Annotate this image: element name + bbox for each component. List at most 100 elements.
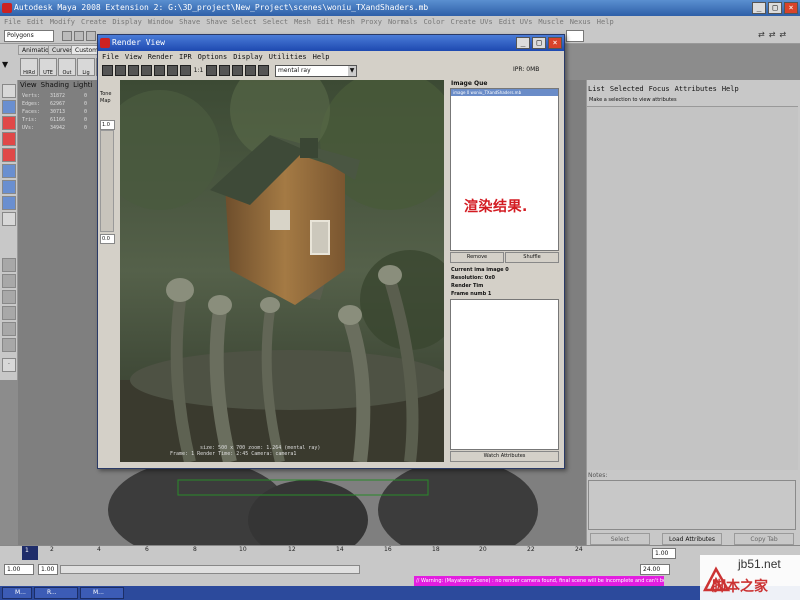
rv-menu-help[interactable]: Help xyxy=(313,52,330,63)
menu-edit[interactable]: Edit xyxy=(27,16,44,28)
rv-menu-display[interactable]: Display xyxy=(233,52,263,63)
scale-tool-icon[interactable] xyxy=(2,164,16,178)
ae-menu-attributes[interactable]: Attributes xyxy=(675,84,717,94)
rv-close-button[interactable]: × xyxy=(548,37,562,49)
save-scene-icon[interactable] xyxy=(86,31,96,41)
toggle-tool-settings-icon[interactable]: ⇄ xyxy=(769,28,776,42)
show-manipulator-icon[interactable] xyxy=(2,212,16,226)
viewport-menu-shading[interactable]: Shading xyxy=(41,80,69,90)
rv-menu-render[interactable]: Render xyxy=(148,52,173,63)
rv-menu-ipr[interactable]: IPR xyxy=(179,52,192,63)
range-end-field[interactable]: 24.00 xyxy=(640,564,670,575)
one-to-one-ratio-icon[interactable]: 1:1 xyxy=(193,65,204,76)
menu-edit-uvs[interactable]: Edit UVs xyxy=(499,16,533,28)
menu-mesh[interactable]: Mesh xyxy=(294,16,311,28)
menu-create[interactable]: Create xyxy=(81,16,106,28)
start-time-field[interactable]: 1.00 xyxy=(4,564,34,575)
menu-shave[interactable]: Shave xyxy=(179,16,200,28)
menu-file[interactable]: File xyxy=(4,16,21,28)
shuffle-button[interactable]: Shuffle xyxy=(505,252,559,263)
render-settings-icon[interactable] xyxy=(245,65,256,76)
viewport-menu-view[interactable]: View xyxy=(20,80,37,90)
tone-map-min-field[interactable]: 0.0 xyxy=(100,234,115,244)
alpha-channel-icon[interactable] xyxy=(180,65,191,76)
menu-color[interactable]: Color xyxy=(423,16,444,28)
menu-nexus[interactable]: Nexus xyxy=(570,16,591,28)
lasso-tool-icon[interactable] xyxy=(2,100,16,114)
rgb-channels-icon[interactable] xyxy=(167,65,178,76)
display-image-icon[interactable] xyxy=(232,65,243,76)
render-region-icon[interactable] xyxy=(115,65,126,76)
load-attributes-button[interactable]: Load Attributes xyxy=(662,533,722,545)
menu-set-select[interactable]: Polygons xyxy=(4,30,54,42)
menu-shave-select[interactable]: Shave Select xyxy=(206,16,257,28)
layout-four-icon[interactable] xyxy=(2,274,16,288)
shelf-menu-arrow-icon[interactable]: ▼ xyxy=(2,60,8,69)
layout-two-icon[interactable] xyxy=(2,290,16,304)
status-input[interactable] xyxy=(566,30,584,42)
menu-normals[interactable]: Normals xyxy=(388,16,418,28)
rv-menu-view[interactable]: View xyxy=(125,52,142,63)
range-bar[interactable] xyxy=(60,565,360,574)
current-frame-field[interactable]: 1.00 xyxy=(652,548,676,559)
chevron-down-icon[interactable]: ▼ xyxy=(348,66,356,76)
menu-modify[interactable]: Modify xyxy=(50,16,75,28)
image-queue-list[interactable] xyxy=(450,88,559,251)
tone-map-max-field[interactable]: 1.0 xyxy=(100,120,115,130)
ae-menu-focus[interactable]: Focus xyxy=(649,84,670,94)
new-scene-icon[interactable] xyxy=(62,31,72,41)
command-line[interactable] xyxy=(0,576,800,586)
menu-create-uvs[interactable]: Create UVs xyxy=(451,16,493,28)
copy-tab-button[interactable]: Copy Tab xyxy=(734,533,794,545)
menu-help[interactable]: Help xyxy=(597,16,614,28)
redo-render-icon[interactable] xyxy=(102,65,113,76)
remove-button[interactable]: Remove xyxy=(450,252,504,263)
rv-maximize-button[interactable]: □ xyxy=(532,37,546,49)
layout-more-icon[interactable]: · xyxy=(2,358,16,372)
ipr-render-icon[interactable] xyxy=(141,65,152,76)
menu-proxy[interactable]: Proxy xyxy=(361,16,382,28)
rotate-tool-icon[interactable] xyxy=(2,148,16,162)
rv-menu-options[interactable]: Options xyxy=(198,52,228,63)
refresh-ipr-icon[interactable] xyxy=(154,65,165,76)
taskbar-item-render-view[interactable]: R... xyxy=(34,587,78,599)
menu-select[interactable]: Select xyxy=(263,16,288,28)
rv-menu-file[interactable]: File xyxy=(102,52,119,63)
viewport-menu-lighting[interactable]: Lighti xyxy=(73,80,92,90)
rv-menu-utilities[interactable]: Utilities xyxy=(269,52,307,63)
shelf-button-hird[interactable]: HiRd xyxy=(20,58,38,76)
shelf-button-ute[interactable]: UTE xyxy=(39,58,57,76)
shelf-button-out[interactable]: Out xyxy=(58,58,76,76)
ae-menu-selected[interactable]: Selected xyxy=(610,84,644,94)
shelf-button-lig[interactable]: Lig xyxy=(77,58,95,76)
select-tool-icon[interactable] xyxy=(2,84,16,98)
maximize-button[interactable]: □ xyxy=(768,2,782,14)
minimize-button[interactable]: _ xyxy=(752,2,766,14)
layout-graph-icon[interactable] xyxy=(2,322,16,336)
taskbar-item-maya-2[interactable]: M... xyxy=(80,587,124,599)
keep-image-icon[interactable] xyxy=(206,65,217,76)
tone-map-slider[interactable] xyxy=(100,130,114,232)
ae-menu-help[interactable]: Help xyxy=(722,84,739,94)
taskbar-item-maya[interactable]: M... xyxy=(2,587,32,599)
open-scene-icon[interactable] xyxy=(74,31,84,41)
remove-image-icon[interactable] xyxy=(219,65,230,76)
watch-attributes-button[interactable]: Watch Attributes xyxy=(450,451,559,462)
range-start-field[interactable]: 1.00 xyxy=(38,564,58,575)
notes-field[interactable] xyxy=(588,480,796,530)
rv-minimize-button[interactable]: _ xyxy=(516,37,530,49)
panel-toggle-icons[interactable]: ⇄ ⇄ ⇄ xyxy=(758,28,798,42)
renderer-select[interactable]: mental ray xyxy=(275,65,357,77)
snapshot-icon[interactable] xyxy=(128,65,139,76)
manipulator-tool-icon[interactable] xyxy=(2,180,16,194)
menu-window[interactable]: Window xyxy=(148,16,173,28)
toggle-channel-box-icon[interactable]: ⇄ xyxy=(779,28,786,42)
soft-mod-tool-icon[interactable] xyxy=(2,196,16,210)
menu-display[interactable]: Display xyxy=(112,16,142,28)
menu-muscle[interactable]: Muscle xyxy=(538,16,563,28)
view-snapshot-icon[interactable] xyxy=(258,65,269,76)
paint-select-tool-icon[interactable] xyxy=(2,116,16,130)
time-slider[interactable] xyxy=(0,545,800,563)
ae-menu-list[interactable]: List xyxy=(588,84,605,94)
close-button[interactable]: × xyxy=(784,2,798,14)
